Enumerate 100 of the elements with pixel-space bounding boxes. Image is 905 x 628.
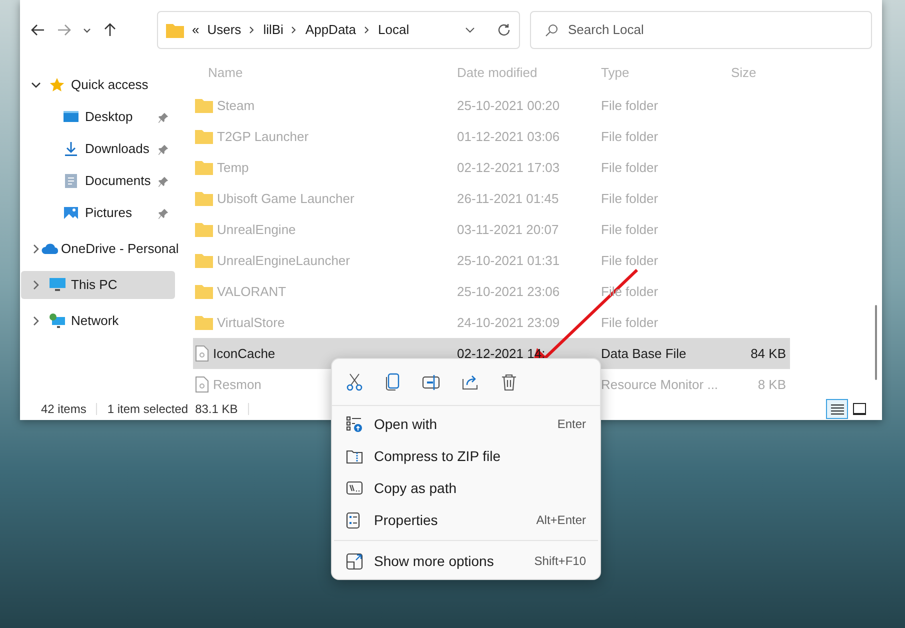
type-cell-text: File folder: [601, 220, 660, 239]
nav-item-label: Desktop: [85, 108, 134, 126]
zip-folder-icon: [346, 448, 363, 464]
type-cell-text: File folder: [601, 96, 660, 115]
nav-item-label: Documents: [85, 172, 152, 190]
chevron-down-icon[interactable]: [465, 25, 475, 35]
rename-icon[interactable]: [422, 374, 440, 390]
type-cell-text: File folder: [601, 190, 660, 208]
size-cell-text: 84 KB: [750, 344, 787, 363]
menu-item[interactable]: Show more options Shift+F10: [332, 545, 600, 577]
file-name: Temp: [217, 158, 249, 177]
nav-item[interactable]: Documents: [21, 167, 175, 195]
details-view-button[interactable]: [826, 399, 848, 419]
list-lines-icon: [830, 404, 844, 414]
document-icon: [63, 173, 79, 189]
download-icon: [63, 141, 79, 157]
forward-arrow-icon[interactable]: [56, 22, 72, 38]
chevron-down-icon[interactable]: [31, 80, 41, 90]
file-name: UnrealEngine: [217, 220, 296, 239]
file-name: Ubisoft Game Launcher: [217, 190, 354, 208]
file-name: UnrealEngineLauncher: [217, 252, 350, 270]
pin-icon[interactable]: [158, 144, 169, 154]
back-arrow-icon[interactable]: [30, 22, 46, 38]
date-cell-text: 24-10-2021 23:09: [457, 314, 561, 332]
folder-icon: [195, 222, 213, 237]
up-arrow-icon[interactable]: [102, 22, 118, 38]
menu-item-label: Compress to ZIP file: [374, 446, 502, 466]
menu-item[interactable]: Properties Alt+Enter: [332, 504, 600, 536]
cloud-icon: [41, 243, 59, 255]
date-cell-text: 02-12-2021 17:03: [457, 158, 561, 177]
share-icon[interactable]: [462, 374, 479, 390]
folder-icon: [195, 253, 213, 268]
file-icon: [195, 376, 209, 393]
menu-item-label: Properties: [374, 510, 439, 530]
separator-chevron-icon: [364, 26, 370, 34]
nav-item[interactable]: Pictures: [21, 199, 175, 227]
type-cell-text: File folder: [601, 158, 660, 177]
pin-icon[interactable]: [158, 112, 169, 122]
chevron-right-icon[interactable]: [31, 244, 41, 254]
desktop-icon: [63, 109, 79, 125]
chevron-right-icon[interactable]: [31, 280, 41, 290]
cut-icon[interactable]: [346, 373, 363, 391]
nav-item[interactable]: Desktop: [21, 103, 175, 131]
refresh-icon[interactable]: [497, 23, 511, 37]
shortcut-text: Alt+Enter: [536, 512, 586, 529]
chevron-right-icon[interactable]: [31, 316, 41, 326]
breadcrumb[interactable]: Local: [378, 20, 410, 40]
overflow-chevrons[interactable]: «: [192, 20, 200, 40]
scrollbar-thumb[interactable]: [875, 305, 877, 380]
shortcut-text: Enter: [557, 416, 586, 433]
menu-item[interactable]: Open with Enter: [332, 408, 600, 440]
date-cell-text: 03-11-2021 20:07: [457, 220, 560, 239]
folder-icon: [195, 284, 213, 299]
date-cell-text: 26-11-2021 01:45: [457, 190, 560, 208]
selection-info: 1 item selected: [107, 401, 188, 418]
file-name: T2GP Launcher: [217, 128, 309, 146]
type-cell-text: File folder: [601, 252, 660, 270]
nav-item-label: Pictures: [85, 204, 133, 222]
more-options-icon: [346, 552, 363, 570]
properties-icon: [346, 512, 360, 528]
nav-item[interactable]: Network: [21, 307, 175, 335]
monitor-icon: [48, 277, 66, 293]
type-cell-text: Resource Monitor ...: [601, 376, 720, 394]
open-with-icon: [346, 416, 363, 432]
breadcrumb[interactable]: Users: [207, 20, 242, 40]
pictures-icon: [63, 205, 79, 221]
separator-chevron-icon: [249, 26, 256, 34]
nav-item-label: Network: [71, 312, 120, 330]
address-bar[interactable]: « Users lilBi AppData Local: [157, 11, 520, 49]
file-name: VirtualStore: [217, 314, 285, 332]
menu-item-label: Show more options: [374, 552, 495, 571]
search-icon: [545, 24, 558, 36]
copy-icon[interactable]: [385, 373, 400, 391]
folder-icon: [195, 98, 213, 113]
path-icon: [346, 481, 363, 495]
file-icon: [195, 345, 209, 362]
nav-item-label: Quick access: [71, 76, 150, 94]
menu-item[interactable]: Copy as path: [332, 472, 600, 504]
nav-item[interactable]: This PC: [21, 271, 175, 299]
type-cell-text: File folder: [601, 128, 660, 146]
search-input[interactable]: Search Local: [568, 20, 857, 40]
menu-item-label: Copy as path: [374, 478, 458, 498]
search-field[interactable]: Search Local: [530, 11, 872, 49]
nav-item-label: Downloads: [85, 140, 150, 158]
file-name: Resmon: [213, 376, 262, 394]
delete-icon[interactable]: [501, 373, 517, 391]
menu-item[interactable]: Compress to ZIP file: [332, 440, 600, 472]
nav-item[interactable]: Quick access: [21, 71, 175, 99]
star-icon: [49, 77, 65, 93]
pin-icon[interactable]: [158, 176, 169, 186]
breadcrumb[interactable]: AppData: [305, 20, 356, 40]
file-name: IconCache: [213, 344, 276, 363]
item-count: 42 items: [41, 401, 86, 418]
folder-icon: [195, 129, 213, 144]
breadcrumb[interactable]: lilBi: [263, 20, 284, 40]
nav-item-label: OneDrive - Personal: [61, 240, 179, 258]
type-cell-text: File folder: [601, 314, 660, 332]
nav-item[interactable]: Downloads: [21, 135, 175, 163]
pin-icon[interactable]: [158, 208, 169, 218]
size-cell-text: 8 KB: [756, 376, 787, 394]
